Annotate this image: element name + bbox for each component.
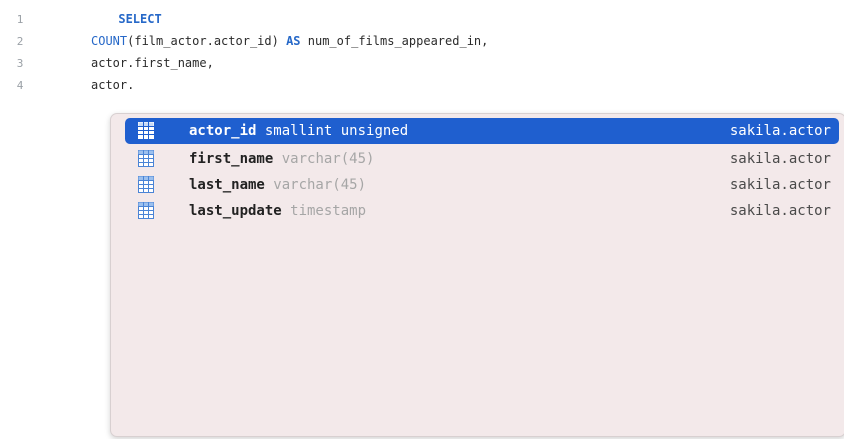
function-count: COUNT	[91, 34, 128, 48]
column-name: actor_id	[189, 123, 257, 139]
keyword-select: SELECT	[118, 12, 162, 26]
table-column-icon	[138, 122, 154, 139]
line-number: 2	[16, 34, 24, 48]
code-fragment: (film_actor.actor_id)	[127, 34, 287, 48]
line-number: 1	[16, 12, 24, 26]
suggestion-name: last_update timestamp	[189, 203, 366, 219]
column-type: varchar(45)	[264, 177, 367, 193]
code-line-1[interactable]: 1 SELECT	[0, 8, 844, 30]
column-type: timestamp	[281, 203, 367, 219]
suggestion-name: last_name varchar(45)	[189, 177, 366, 193]
suggestion-source: sakila.actor	[729, 151, 831, 167]
code-text: actor.first_name,	[91, 56, 214, 70]
column-name: last_update	[189, 203, 282, 219]
code-line-4[interactable]: 4 actor.	[0, 74, 844, 96]
column-type: smallint unsigned	[256, 123, 409, 139]
autocomplete-item[interactable]: first_name varchar(45) sakila.actor	[125, 146, 839, 172]
autocomplete-popup[interactable]: actor_id smallint unsigned sakila.actor …	[110, 113, 844, 437]
suggestion-source: sakila.actor	[729, 203, 831, 219]
suggestion-name: actor_id smallint unsigned	[189, 123, 408, 139]
autocomplete-item[interactable]: last_update timestamp sakila.actor	[125, 198, 839, 224]
code-fragment: num_of_films_appeared_in,	[300, 34, 489, 48]
code-fragment: actor.first_name,	[91, 56, 214, 70]
keyword-as: AS	[286, 34, 301, 48]
table-column-icon	[138, 202, 154, 219]
column-name: last_name	[189, 177, 265, 193]
autocomplete-item[interactable]: actor_id smallint unsigned sakila.actor	[125, 118, 839, 144]
column-type: varchar(45)	[273, 151, 375, 167]
code-text: COUNT(film_actor.actor_id) AS num_of_fil…	[91, 34, 488, 48]
table-column-icon	[138, 150, 154, 167]
sql-editor[interactable]: 1 SELECT 2 COUNT(film_actor.actor_id) AS…	[0, 0, 844, 439]
code-line-3[interactable]: 3 actor.first_name,	[0, 52, 844, 74]
suggestion-name: first_name varchar(45)	[189, 151, 374, 167]
suggestion-source: sakila.actor	[729, 123, 831, 139]
code-line-2[interactable]: 2 COUNT(film_actor.actor_id) AS num_of_f…	[0, 30, 844, 52]
table-column-icon	[138, 176, 154, 193]
column-name: first_name	[189, 151, 274, 167]
suggestion-source: sakila.actor	[729, 177, 831, 193]
code-text: actor.	[91, 78, 134, 92]
autocomplete-item[interactable]: last_name varchar(45) sakila.actor	[125, 172, 839, 198]
code-fragment: actor.	[91, 78, 135, 92]
line-number: 4	[16, 78, 24, 92]
line-number: 3	[16, 56, 24, 70]
